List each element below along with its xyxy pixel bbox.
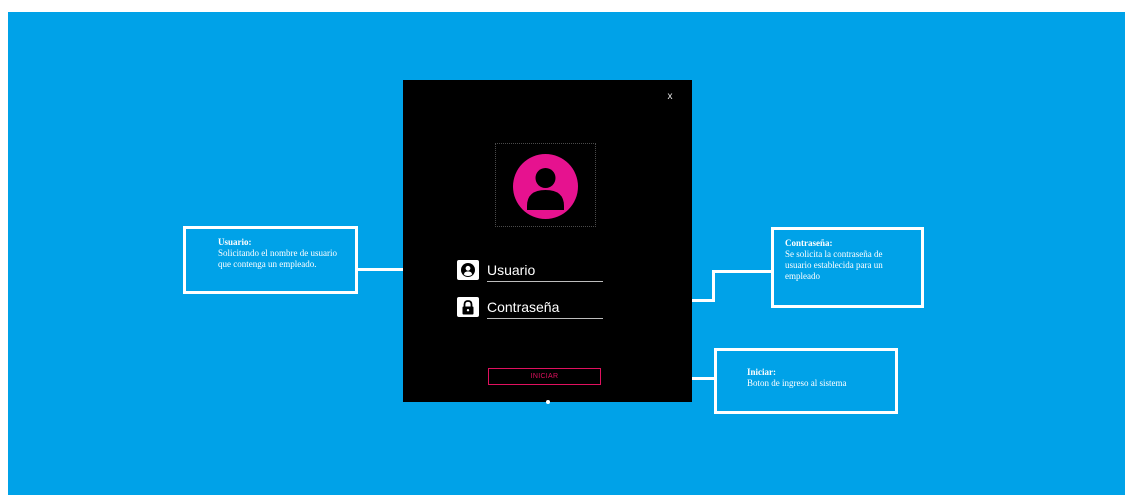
lock-icon xyxy=(457,297,479,317)
avatar-frame xyxy=(495,143,596,227)
iniciar-button[interactable]: INICIAR xyxy=(488,368,601,385)
callout-contrasena-text: Se solicita la contraseña de usuario est… xyxy=(785,249,883,281)
connector-contrasena-h2 xyxy=(712,270,772,273)
callout-contrasena-title: Contraseña: xyxy=(785,238,833,248)
callout-iniciar-text: Boton de ingreso al sistema xyxy=(747,378,847,388)
username-underline xyxy=(487,281,603,282)
password-field[interactable]: Contraseña xyxy=(457,297,603,319)
close-button[interactable]: x xyxy=(664,91,676,103)
password-underline xyxy=(487,318,603,319)
resize-handle xyxy=(546,400,550,404)
username-field[interactable]: Usuario xyxy=(457,260,603,282)
login-window: x Usuario Contraseña INICIAR xyxy=(403,80,692,404)
callout-iniciar-title: Iniciar: xyxy=(747,367,776,377)
username-label: Usuario xyxy=(487,262,536,278)
user-avatar-icon xyxy=(513,154,578,219)
callout-contrasena: Contraseña: Se solicita la contraseña de… xyxy=(771,227,924,308)
close-icon[interactable]: x xyxy=(668,91,673,102)
callout-usuario-title: Usuario: xyxy=(218,237,252,247)
user-circle-icon xyxy=(457,260,479,280)
callout-iniciar: Iniciar: Boton de ingreso al sistema xyxy=(714,348,898,414)
password-label: Contraseña xyxy=(487,299,560,315)
callout-usuario-text: Solicitando el nombre de usuario que con… xyxy=(218,248,337,269)
callout-usuario: Usuario: Solicitando el nombre de usuari… xyxy=(183,226,358,294)
connector-contrasena-v xyxy=(712,271,715,302)
